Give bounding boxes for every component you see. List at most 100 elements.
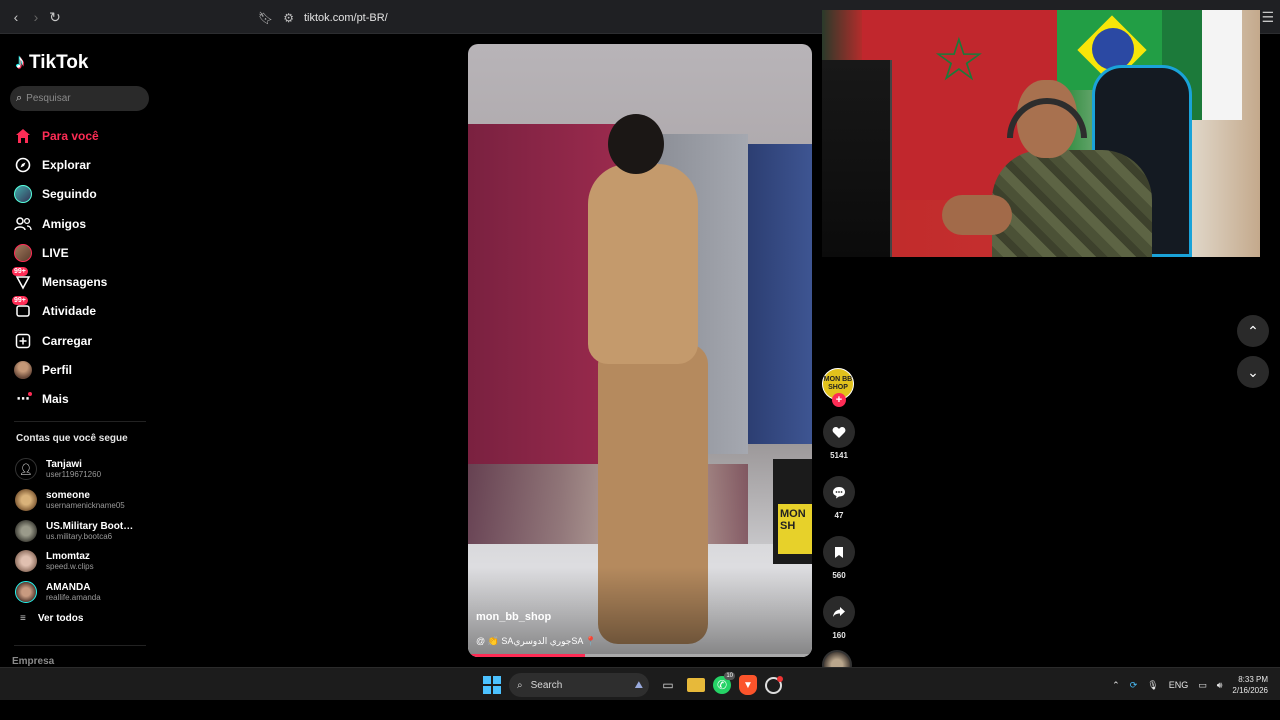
nav-upload[interactable]: Carregar (14, 326, 154, 355)
nav-more[interactable]: ⋯ Mais (14, 385, 154, 414)
address-bar[interactable]: 🔖︎ ⚙︎ tiktok.com/pt-BR/ (258, 7, 818, 29)
video-progress-bar[interactable] (468, 654, 812, 657)
search-input[interactable] (26, 93, 137, 104)
tiktok-logo[interactable]: ♪ TikTok (15, 51, 88, 74)
clock-date: 2/16/2026 (1232, 686, 1268, 695)
messages-icon: 99+ (12, 267, 32, 291)
microphone-icon[interactable]: 🎙︎ (1147, 680, 1158, 691)
see-all-label: Ver todos (37, 613, 84, 624)
windows-taskbar: ⌕ Search ⛰︎ ▭ ✆ 10 ▼ ⌃ ⟳ 🎙︎ ENG ▭ 🔊︎ 8:33… (0, 667, 1280, 700)
chevron-up-icon: ⌃ (1247, 322, 1259, 339)
following-item[interactable]: AMANDA reallife.amanda (15, 577, 155, 608)
video-author[interactable]: mon_bb_shop (476, 611, 551, 623)
share-action[interactable]: 160 (822, 596, 856, 640)
star-icon: ☆ (932, 26, 986, 93)
company-link[interactable]: Empresa (12, 656, 54, 667)
following-name: US.Military Bootca... (46, 520, 138, 532)
clock-time: 8:33 PM (1238, 675, 1268, 684)
live-icon (14, 243, 32, 262)
avatar (15, 489, 37, 512)
whatsapp-icon[interactable]: ✆ 10 (713, 672, 735, 694)
like-action[interactable]: 5141 (822, 416, 856, 460)
brave-browser-icon[interactable]: ▼ (739, 675, 757, 695)
creator-avatar[interactable]: MON BB SHOP + (822, 368, 854, 407)
search-icon: ⌕ (16, 92, 23, 104)
sidebar: ♪ TikTok ⌕ Para você Explorar Segu (0, 34, 160, 667)
nav-following[interactable]: Seguindo (14, 180, 154, 209)
nav-activity[interactable]: 99+ Atividade (12, 296, 154, 326)
follow-plus-icon[interactable]: + (832, 393, 846, 407)
site-settings-icon[interactable]: ⚙︎ (283, 11, 294, 25)
nav-for-you[interactable]: Para você (14, 121, 154, 150)
bookmark-icon[interactable]: 🔖︎ (258, 11, 273, 25)
back-icon[interactable]: ‹ (8, 9, 24, 25)
windows-start-icon[interactable] (483, 676, 501, 694)
url-text: tiktok.com/pt-BR/ (304, 12, 388, 24)
messages-badge: 99+ (12, 267, 28, 277)
comment-count: 47 (834, 511, 844, 520)
whatsapp-badge: 10 (724, 672, 735, 680)
sync-icon[interactable]: ⟳ (1130, 680, 1138, 691)
file-explorer-icon[interactable] (687, 678, 705, 692)
following-name: Tanjawi (46, 459, 82, 471)
search-highlight-icon: ⛰︎ (634, 679, 643, 691)
more-icon: ⋯ (14, 390, 32, 408)
following-item[interactable]: Lmomtaz speed.w.clips (15, 546, 155, 577)
home-icon (14, 127, 32, 145)
following-item[interactable]: US.Military Bootca... us.military.bootca6 (15, 515, 155, 546)
video-description: @ 👏 SAجوري الدوسريSA 📍 (476, 636, 597, 646)
nav-profile[interactable]: Perfil (14, 355, 154, 384)
volume-icon[interactable]: 🔊︎ (1217, 680, 1223, 691)
following-handle: user119671260 (46, 470, 102, 480)
task-view-icon[interactable]: ▭ (657, 674, 679, 696)
system-tray: ⌃ ⟳ 🎙︎ ENG ▭ 🔊︎ 8:33 PM 2/16/2026 (1112, 672, 1268, 698)
nav-label: Atividade (42, 304, 97, 319)
taskbar-search-label: Search (530, 679, 563, 691)
following-item[interactable]: someone usernamenickname05 (15, 485, 155, 516)
search-box[interactable]: ⌕ (10, 86, 149, 111)
forward-icon[interactable]: › (28, 9, 44, 25)
share-icon[interactable] (823, 596, 855, 628)
nav-label: Para você (42, 128, 99, 143)
tiktok-note-icon: ♪ (15, 51, 25, 73)
following-handle: usernamenickname05 (46, 501, 125, 511)
following-list: 👤︎ Tanjawi user119671260 someone usernamen… (15, 454, 155, 607)
like-count: 5141 (830, 451, 848, 460)
following-item[interactable]: 👤︎ Tanjawi user119671260 (15, 454, 155, 485)
heart-icon[interactable] (823, 416, 855, 448)
brazil-flag-globe (1092, 28, 1134, 70)
save-action[interactable]: 560 (822, 536, 856, 580)
avatar (15, 550, 37, 573)
nav-label: LIVE (42, 245, 69, 260)
previous-video-button[interactable]: ⌃ (1237, 315, 1269, 347)
bookmark-icon[interactable] (823, 536, 855, 568)
chevron-up-icon[interactable]: ⌃ (1112, 680, 1120, 691)
webcam-overlay: ☆ (822, 10, 1260, 257)
following-name: someone (46, 490, 90, 502)
reload-icon[interactable]: ↻ (47, 9, 63, 25)
nav-messages[interactable]: 99+ Mensagens (12, 267, 154, 296)
following-handle: reallife.amanda (46, 593, 101, 603)
next-video-button[interactable]: ⌄ (1237, 356, 1269, 388)
display-icon[interactable]: ▭ (1198, 680, 1207, 691)
following-name: Lmomtaz (46, 551, 90, 563)
comment-action[interactable]: 47 (822, 476, 856, 520)
comment-icon[interactable] (823, 476, 855, 508)
sidebar-divider (14, 645, 146, 646)
screen-bottom (0, 700, 1280, 720)
see-all-link[interactable]: ≡ Ver todos (20, 613, 83, 624)
friends-icon (14, 215, 32, 233)
taskbar-search[interactable]: ⌕ Search ⛰︎ (509, 673, 649, 697)
chevron-down-icon: ⌄ (1247, 363, 1259, 380)
obs-icon[interactable] (765, 675, 783, 694)
avatar (15, 581, 37, 604)
clock[interactable]: 8:33 PM 2/16/2026 (1232, 674, 1268, 696)
browser-menu-icon[interactable]: ☰ (1261, 9, 1274, 26)
share-count: 160 (832, 631, 846, 640)
nav-explore[interactable]: Explorar (14, 150, 154, 179)
language-indicator[interactable]: ENG (1169, 680, 1189, 690)
nav-live[interactable]: LIVE (14, 238, 154, 267)
video-player[interactable]: MON SH mon_bb_shop @ 👏 SAجوري الدوسريSA … (468, 44, 812, 657)
nav-friends[interactable]: Amigos (14, 209, 154, 238)
streamer (942, 80, 1182, 257)
